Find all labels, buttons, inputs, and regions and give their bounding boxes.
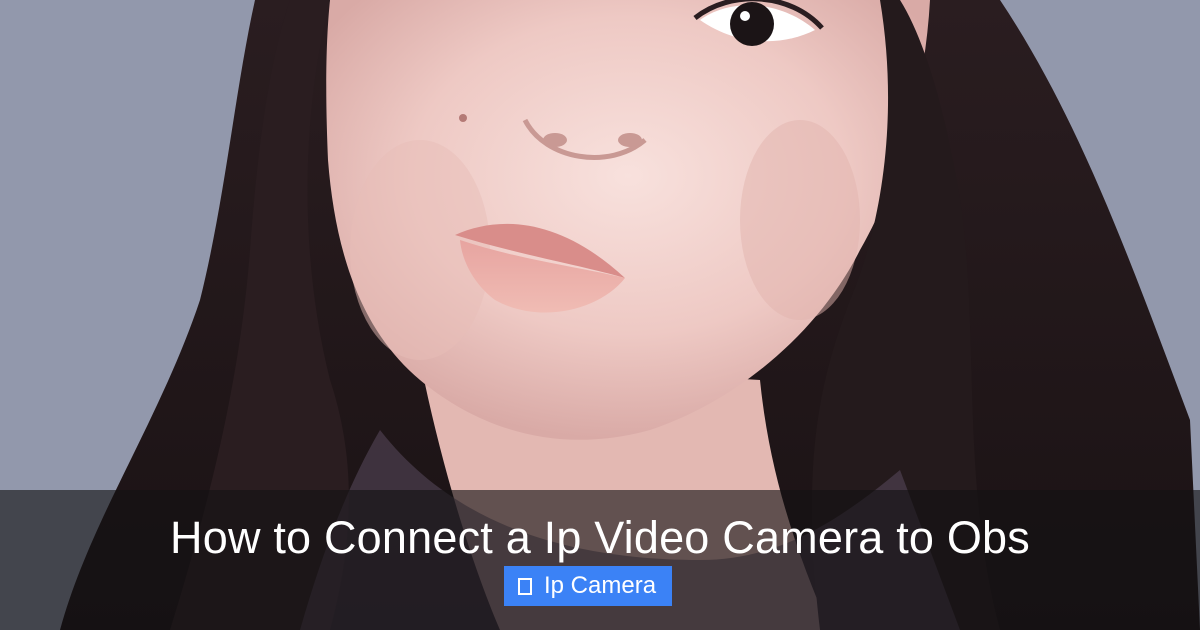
article-title: How to Connect a Ip Video Camera to Obs: [170, 512, 1030, 563]
category-label: Ip Camera: [544, 572, 657, 599]
category-badge[interactable]: Ip Camera: [504, 566, 673, 606]
tag-icon: [518, 577, 532, 595]
